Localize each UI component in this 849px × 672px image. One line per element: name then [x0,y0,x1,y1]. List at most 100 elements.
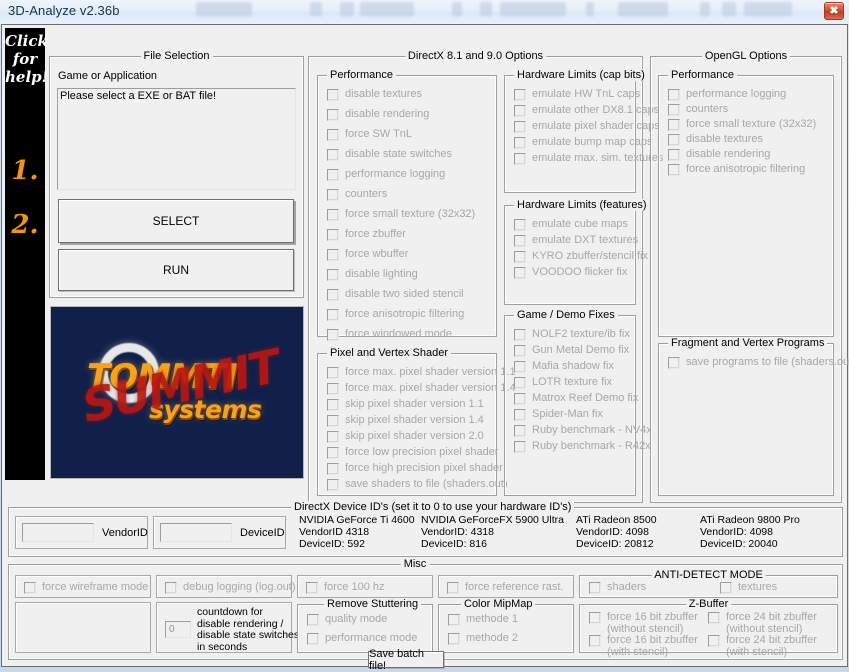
checkbox-box-icon[interactable] [514,441,526,453]
checkbox-spider-man-fix[interactable]: Spider-Man fix [514,408,603,421]
checkbox-matrox-reef-demo-fix[interactable]: Matrox Reef Demo fix [514,392,638,405]
checkbox-ruby-benchmark-r42x[interactable]: Ruby benchmark - R42x [514,440,651,453]
checkbox-skip-ps-20[interactable]: skip pixel shader version 2.0 [327,430,484,443]
checkbox-quality-mode[interactable]: quality mode [307,613,387,626]
checkbox-box-icon[interactable] [327,479,339,491]
checkbox-gl-disable-textures[interactable]: disable textures [668,133,763,146]
vendor-id-input[interactable] [22,523,94,542]
checkbox-box-icon[interactable] [708,612,720,624]
checkbox-box-icon[interactable] [327,431,339,443]
checkbox-box-icon[interactable] [327,229,339,241]
checkbox-force-reference-rast[interactable]: force reference rast. [447,581,563,594]
checkbox-box-icon[interactable] [668,149,680,161]
checkbox-force-24bit-zbuffer-with-stencil[interactable]: force 24 bit zbuffer (with stencil) [708,634,817,658]
checkbox-box-icon[interactable] [668,134,680,146]
checkbox-emulate-bump-map-caps[interactable]: emulate bump map caps [514,136,652,149]
checkbox-box-icon[interactable] [327,89,339,101]
checkbox-force-max-ps-14[interactable]: force max. pixel shader version 1.4 [327,382,516,395]
checkbox-mipmap-methode-2[interactable]: methode 2 [448,632,518,645]
checkbox-box-icon[interactable] [327,329,339,341]
checkbox-save-shaders-to-file[interactable]: save shaders to file (shaders.out) [327,478,508,491]
checkbox-box-icon[interactable] [307,614,319,626]
checkbox-anti-detect-shaders[interactable]: shaders [589,581,646,594]
checkbox-box-icon[interactable] [327,399,339,411]
checkbox-box-icon[interactable] [327,129,339,141]
checkbox-box-icon[interactable] [327,189,339,201]
checkbox-emulate-dxt-textures[interactable]: emulate DXT textures [514,234,638,247]
checkbox-box-icon[interactable] [165,582,177,594]
checkbox-box-icon[interactable] [306,582,318,594]
checkbox-box-icon[interactable] [514,105,526,117]
checkbox-box-icon[interactable] [589,582,601,594]
checkbox-force-100hz[interactable]: force 100 hz [306,581,385,594]
checkbox-box-icon[interactable] [514,409,526,421]
checkbox-gl-counters[interactable]: counters [668,103,728,116]
checkbox-box-icon[interactable] [514,89,526,101]
checkbox-box-icon[interactable] [589,635,601,647]
checkbox-box-icon[interactable] [307,633,319,645]
checkbox-force-wireframe-mode[interactable]: force wireframe mode [24,581,148,594]
checkbox-mafia-shadow-fix[interactable]: Mafia shadow fix [514,360,614,373]
checkbox-box-icon[interactable] [448,614,460,626]
checkbox-gl-force-small-texture[interactable]: force small texture (32x32) [668,118,816,131]
checkbox-mipmap-methode-1[interactable]: methode 1 [448,613,518,626]
checkbox-box-icon[interactable] [327,447,339,459]
device-id-input[interactable] [160,523,232,542]
checkbox-box-icon[interactable] [327,463,339,475]
checkbox-disable-state-switches[interactable]: disable state switches [327,148,452,161]
checkbox-box-icon[interactable] [327,149,339,161]
checkbox-disable-two-sided-stencil[interactable]: disable two sided stencil [327,288,464,301]
checkbox-anti-detect-textures[interactable]: textures [720,581,777,594]
checkbox-box-icon[interactable] [327,249,339,261]
checkbox-box-icon[interactable] [327,383,339,395]
checkbox-box-icon[interactable] [589,612,601,624]
countdown-input[interactable]: 0 [165,621,191,638]
checkbox-box-icon[interactable] [24,582,36,594]
checkbox-force-low-precision-ps[interactable]: force low precision pixel shader [327,446,498,459]
checkbox-debug-logging[interactable]: debug logging (log.out) [165,581,296,594]
checkbox-performance-mode[interactable]: performance mode [307,632,417,645]
checkbox-emulate-other-dx81-caps[interactable]: emulate other DX8.1 caps [514,104,659,117]
checkbox-box-icon[interactable] [668,89,680,101]
checkbox-force-small-texture[interactable]: force small texture (32x32) [327,208,475,221]
checkbox-box-icon[interactable] [514,251,526,263]
close-button[interactable]: ✖ [824,2,844,20]
select-button[interactable]: SELECT [58,199,294,243]
help-sidebar[interactable]: Click for help! 1. 2. [5,28,48,480]
checkbox-nolf2-fix[interactable]: NOLF2 texture/ib fix [514,328,630,341]
checkbox-force-24bit-zbuffer-without-stencil[interactable]: force 24 bit zbuffer (without stencil) [708,611,817,635]
checkbox-force-sw-tnl[interactable]: force SW TnL [327,128,412,141]
checkbox-save-programs-to-file[interactable]: save programs to file (shaders.out) [668,356,849,369]
checkbox-gl-disable-rendering[interactable]: disable rendering [668,148,770,161]
checkbox-box-icon[interactable] [708,635,720,647]
checkbox-box-icon[interactable] [327,309,339,321]
checkbox-box-icon[interactable] [327,109,339,121]
checkbox-disable-textures[interactable]: disable textures [327,88,422,101]
checkbox-box-icon[interactable] [514,377,526,389]
checkbox-counters[interactable]: counters [327,188,387,201]
checkbox-force-16bit-zbuffer-with-stencil[interactable]: force 16 bit zbuffer (with stencil) [589,634,698,658]
checkbox-box-icon[interactable] [327,367,339,379]
checkbox-box-icon[interactable] [327,209,339,221]
checkbox-force-zbuffer[interactable]: force zbuffer [327,228,406,241]
checkbox-box-icon[interactable] [514,345,526,357]
checkbox-box-icon[interactable] [514,121,526,133]
checkbox-box-icon[interactable] [668,119,680,131]
checkbox-box-icon[interactable] [514,361,526,373]
checkbox-box-icon[interactable] [327,169,339,181]
checkbox-gl-performance-logging[interactable]: performance logging [668,88,786,101]
checkbox-box-icon[interactable] [514,153,526,165]
checkbox-box-icon[interactable] [514,329,526,341]
checkbox-box-icon[interactable] [447,582,459,594]
checkbox-box-icon[interactable] [514,393,526,405]
checkbox-emulate-pixel-shader-caps[interactable]: emulate pixel shader caps [514,120,660,133]
checkbox-box-icon[interactable] [327,269,339,281]
checkbox-emulate-hw-tnl-caps[interactable]: emulate HW TnL caps [514,88,640,101]
checkbox-box-icon[interactable] [668,164,680,176]
checkbox-gl-force-anisotropic-filtering[interactable]: force anisotropic filtering [668,163,805,176]
checkbox-skip-ps-11[interactable]: skip pixel shader version 1.1 [327,398,484,411]
checkbox-force-wbuffer[interactable]: force wbuffer [327,248,408,261]
checkbox-box-icon[interactable] [514,137,526,149]
checkbox-ruby-benchmark-nv4x[interactable]: Ruby benchmark - NV4x [514,424,652,437]
checkbox-box-icon[interactable] [514,267,526,279]
